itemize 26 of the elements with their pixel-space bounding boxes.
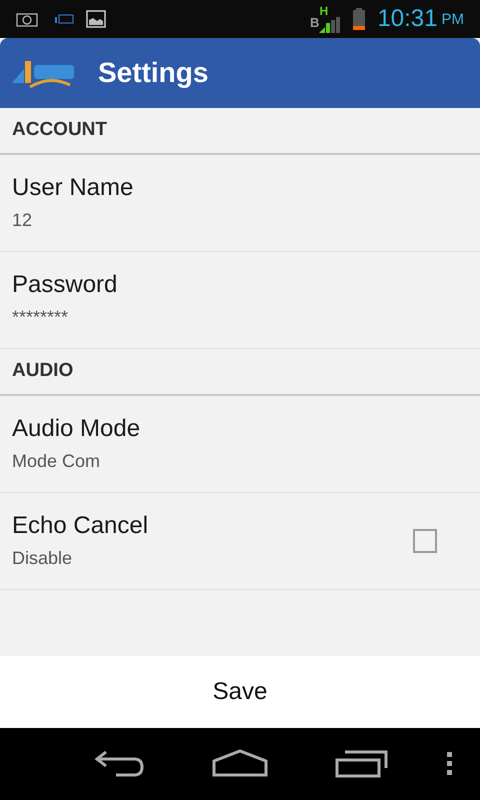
preference-summary: 12 (12, 208, 34, 232)
preference-summary: ******** (12, 306, 70, 328)
checkbox[interactable] (413, 529, 437, 553)
sim-label: B (310, 14, 320, 32)
preference-summary: Mode Com (12, 450, 102, 472)
preference-summary: Disable (12, 546, 74, 570)
preference-title: User Name (12, 172, 134, 202)
section-header: AUDIO (12, 359, 74, 384)
image-icon (86, 10, 106, 28)
preference-title: Audio Mode (12, 414, 142, 444)
screen-title: Settings (98, 56, 208, 90)
signal-icon (319, 17, 342, 33)
recent-apps-icon[interactable] (335, 750, 389, 778)
back-icon[interactable] (94, 750, 146, 778)
home-icon[interactable] (212, 749, 268, 777)
camera-icon (16, 11, 38, 27)
save-button[interactable]: Save (0, 656, 480, 728)
network-type-label: H (319, 5, 328, 17)
overflow-menu-icon[interactable] (447, 752, 453, 776)
app-notification-icon (54, 14, 74, 24)
preference-title: Password (12, 270, 118, 300)
clock: 10:31 (377, 4, 438, 34)
preference-title: Echo Cancel (12, 510, 150, 540)
section-header: ACCOUNT (12, 118, 107, 142)
battery-icon (353, 8, 366, 30)
meridiem-label: PM (442, 10, 464, 30)
